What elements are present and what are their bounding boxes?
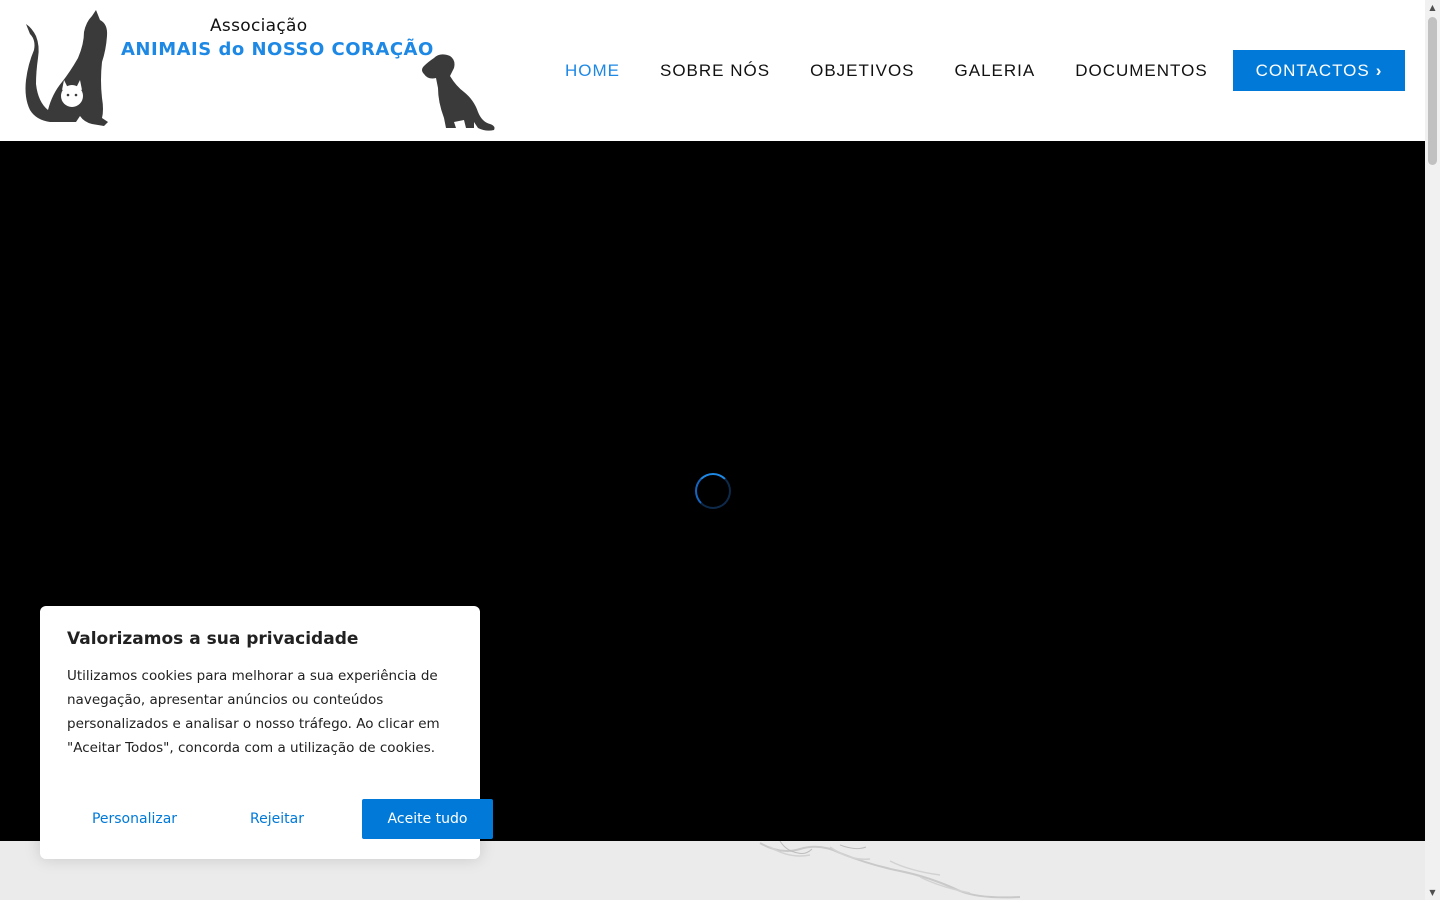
nav-item-galeria[interactable]: GALERIA	[935, 53, 1056, 89]
nav-item-sobre-nos[interactable]: SOBRE NÓS	[640, 53, 790, 89]
logo-line1: Associação	[210, 16, 308, 36]
cookie-banner-actions: Personalizar Rejeitar Aceite tudo	[67, 799, 493, 839]
main-nav: HOME SOBRE NÓS OBJETIVOS GALERIA DOCUMEN…	[545, 0, 1228, 141]
chevron-right-icon: ›	[1375, 61, 1383, 80]
cookie-consent-banner: Valorizamos a sua privacidade Utilizamos…	[40, 606, 493, 859]
vertical-scrollbar[interactable]: ▲ ▼	[1425, 0, 1440, 900]
nav-item-objetivos[interactable]: OBJETIVOS	[790, 53, 934, 89]
loading-spinner-icon	[695, 473, 731, 509]
cat-silhouette-icon	[25, 10, 108, 126]
reject-button[interactable]: Rejeitar	[217, 799, 337, 839]
scrollbar-thumb[interactable]	[1428, 17, 1437, 165]
contactos-button[interactable]: CONTACTOS ›	[1233, 50, 1405, 91]
cookie-banner-title: Valorizamos a sua privacidade	[67, 629, 359, 649]
dog-silhouette-icon	[422, 54, 495, 131]
logo-line2: ANIMAIS do NOSSO CORAÇÃO	[121, 39, 434, 60]
decorative-sketch	[759, 841, 1021, 899]
customize-button[interactable]: Personalizar	[67, 799, 202, 839]
nav-item-home[interactable]: HOME	[545, 53, 640, 89]
site-header: Associação ANIMAIS do NOSSO CORAÇÃO HOME…	[0, 0, 1425, 141]
scroll-down-arrow-icon[interactable]: ▼	[1425, 885, 1440, 900]
nav-item-documentos[interactable]: DOCUMENTOS	[1055, 53, 1227, 89]
accept-all-button[interactable]: Aceite tudo	[362, 799, 493, 839]
scroll-up-arrow-icon[interactable]: ▲	[1425, 0, 1440, 15]
cookie-banner-text: Utilizamos cookies para melhorar a sua e…	[67, 668, 440, 756]
contactos-button-label: CONTACTOS	[1255, 60, 1370, 80]
site-logo[interactable]: Associação ANIMAIS do NOSSO CORAÇÃO	[22, 10, 498, 132]
